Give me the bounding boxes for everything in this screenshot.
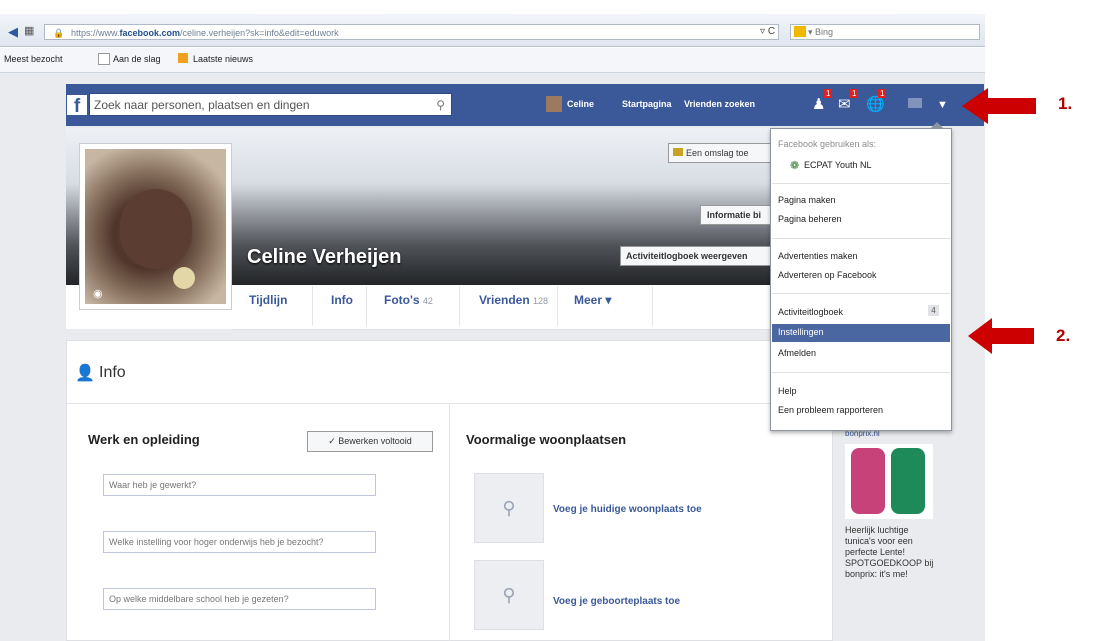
search-icon[interactable]: ⚲ [436, 94, 445, 116]
badge: 1 [878, 89, 887, 98]
college-field[interactable]: Welke instelling voor hoger onderwijs he… [103, 531, 376, 553]
back-icon[interactable]: ◀ [8, 24, 18, 40]
nav-find-friends[interactable]: Vrienden zoeken [684, 99, 755, 109]
profile-name[interactable]: Celine Verheijen [247, 246, 402, 269]
fb-search-input[interactable]: Zoek naar personen, plaatsen en dingen ⚲ [89, 93, 452, 116]
info-title: Info [99, 364, 126, 381]
badge: 1 [824, 89, 833, 98]
bookmarks-bar: Meest bezocht Aan de slag Laatste nieuws [0, 48, 985, 73]
search-engine-box[interactable]: ▾ Bing [790, 24, 980, 40]
menu-item-manage-pages[interactable]: Pagina beheren [778, 214, 842, 224]
work-field[interactable]: Waar heb je gewerkt? [103, 474, 376, 496]
nav-home[interactable]: Startpagina [622, 99, 672, 109]
bookmark-item[interactable]: Aan de slag [113, 54, 161, 64]
ad-text: Heerlijk luchtige tunica's voor een perf… [845, 525, 934, 579]
tab-more[interactable]: Meer ▾ [574, 293, 611, 307]
menu-item-settings[interactable]: Instellingen [778, 327, 824, 337]
menu-item-create-page[interactable]: Pagina maken [778, 195, 836, 205]
camera-icon [673, 148, 683, 156]
menu-item-logout[interactable]: Afmelden [778, 348, 816, 358]
bookmark-item[interactable]: Meest bezocht [4, 54, 63, 64]
chevron-down-icon[interactable]: ▼ [937, 99, 948, 111]
privacy-icon[interactable] [908, 98, 922, 108]
tab-info[interactable]: Info [331, 293, 353, 307]
tab-photos[interactable]: Foto's 42 [384, 293, 433, 307]
page-icon: ❁ [790, 160, 800, 172]
badge: 1 [850, 89, 859, 98]
annotation-number: 1. [1058, 94, 1073, 113]
menu-item-advertise[interactable]: Adverteren op Facebook [778, 270, 877, 280]
add-current-city-link[interactable]: Voeg je huidige woonplaats toe [553, 504, 702, 515]
info-header: 👤 Info [67, 341, 832, 404]
ad-image[interactable] [845, 444, 933, 519]
bookmark-item[interactable]: Laatste nieuws [193, 54, 253, 64]
activity-log-button[interactable]: Activiteitlogboek weergeven [620, 246, 778, 266]
refresh-button[interactable]: ▿ C [760, 26, 775, 37]
messages-icon[interactable]: ✉ [838, 95, 851, 113]
url-prefix: https://www. [71, 28, 120, 38]
menu-item-report-problem[interactable]: Een probleem rapporteren [778, 405, 883, 415]
menu-header: Facebook gebruiken als: [778, 139, 877, 149]
menu-item-use-as-page[interactable]: ECPAT Youth NL [804, 160, 872, 170]
url-domain: facebook.com [119, 28, 181, 38]
profile-picture[interactable]: ◉ [79, 143, 232, 310]
menu-item-activity-log[interactable]: Activiteitlogboek [778, 307, 843, 317]
address-bar[interactable]: 🔒 https://www.facebook.com/celine.verhei… [44, 24, 779, 40]
menu-item-create-ads[interactable]: Advertenties maken [778, 251, 858, 261]
add-hometown-link[interactable]: Voeg je geboorteplaats toe [553, 596, 680, 607]
places-title: Voormalige woonplaatsen [466, 432, 627, 447]
activity-badge: 4 [928, 305, 939, 316]
place-icon: ⚲ [474, 560, 544, 630]
profile-tabs [232, 285, 782, 330]
rss-icon [178, 53, 188, 63]
camera-icon[interactable]: ◉ [93, 287, 103, 300]
menu-item-help[interactable]: Help [778, 386, 797, 396]
facebook-logo[interactable]: f [67, 95, 87, 115]
update-info-button[interactable]: Informatie bi [700, 205, 778, 225]
place-icon: ⚲ [474, 473, 544, 543]
lock-icon: 🔒 [53, 28, 65, 38]
user-name-link[interactable]: Celine [567, 99, 594, 109]
work-title: Werk en opleiding [88, 432, 200, 447]
tab-timeline[interactable]: Tijdlijn [249, 293, 287, 307]
annotation-number: 2. [1056, 326, 1071, 345]
check-icon: ✓ [328, 436, 336, 446]
annotation-arrow-2 [968, 318, 1034, 354]
page-icon [98, 53, 110, 65]
person-icon: 👤 [75, 365, 95, 382]
avatar[interactable] [546, 96, 562, 112]
bing-icon [794, 26, 806, 37]
grid-icon[interactable]: ▦ [24, 24, 34, 37]
highschool-field[interactable]: Op welke middelbare school heb je gezete… [103, 588, 376, 610]
edit-done-button[interactable]: ✓ Bewerken voltooid [307, 431, 433, 452]
tab-friends[interactable]: Vrienden 128 [479, 293, 548, 307]
add-cover-button[interactable]: Een omslag toe [668, 143, 778, 163]
url-rest: /celine.verheijen?sk=info&edit=eduwork [180, 28, 339, 38]
annotation-arrow-1 [962, 88, 1036, 124]
